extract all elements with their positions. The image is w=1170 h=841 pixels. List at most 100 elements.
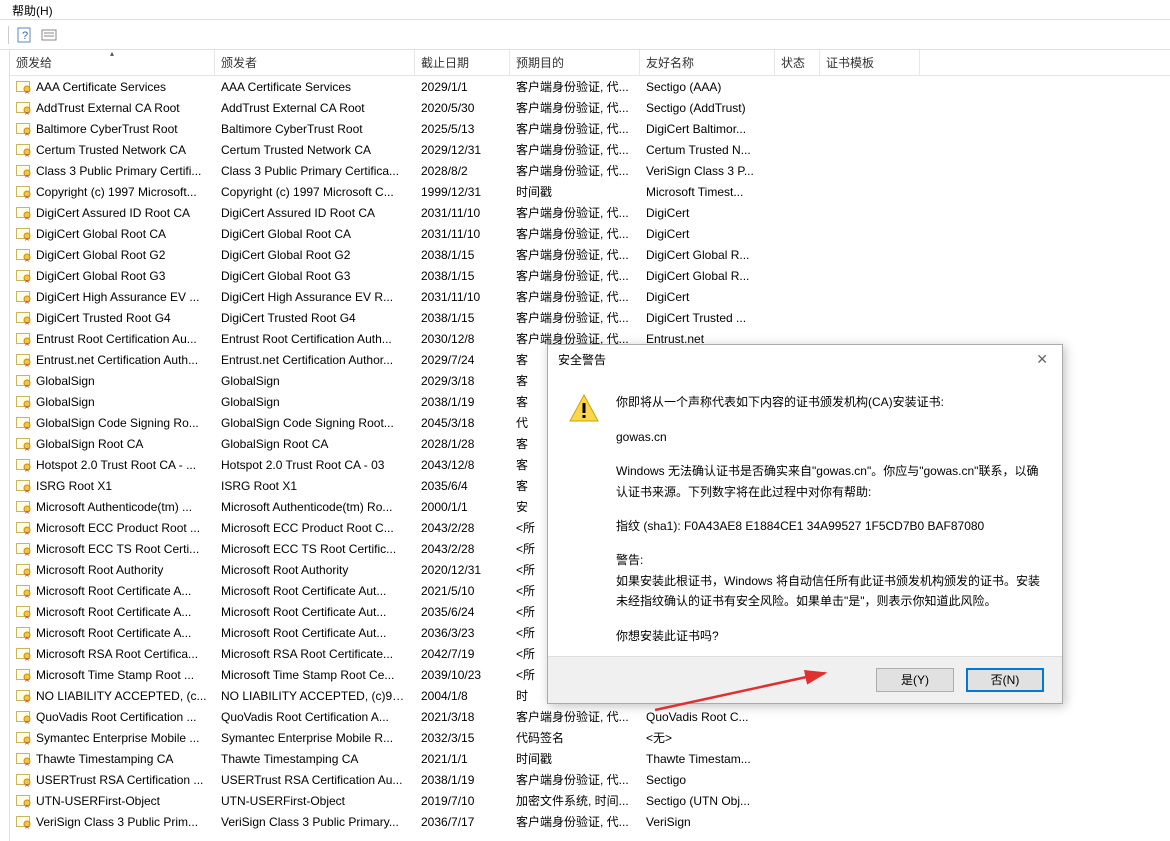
cell-expiry: 2042/7/19: [415, 647, 510, 661]
cell-issued-by: AddTrust External CA Root: [215, 101, 415, 115]
table-row[interactable]: DigiCert Assured ID Root CADigiCert Assu…: [10, 202, 1170, 223]
cell-friendly: DigiCert: [640, 227, 775, 241]
certificate-icon: [16, 185, 32, 199]
cell-expiry: 2035/6/24: [415, 605, 510, 619]
cell-issued-to: VeriSign Class 3 Public Prim...: [36, 815, 198, 829]
cell-purpose: 客户端身份验证, 代...: [510, 309, 640, 326]
cell-issued-to: Certum Trusted Network CA: [36, 143, 186, 157]
certificate-icon: [16, 248, 32, 262]
cell-expiry: 2035/6/4: [415, 479, 510, 493]
col-template[interactable]: 证书模板: [820, 50, 920, 75]
cell-issued-by: Microsoft Time Stamp Root Ce...: [215, 668, 415, 682]
cell-issued-to: Microsoft ECC Product Root ...: [36, 521, 200, 535]
cell-issued-to: Microsoft Root Authority: [36, 563, 163, 577]
cell-issued-to: ISRG Root X1: [36, 479, 112, 493]
table-row[interactable]: QuoVadis Root Certification ...QuoVadis …: [10, 706, 1170, 727]
cell-friendly: Microsoft Timest...: [640, 185, 775, 199]
table-row[interactable]: Copyright (c) 1997 Microsoft...Copyright…: [10, 181, 1170, 202]
table-row[interactable]: Class 3 Public Primary Certifi...Class 3…: [10, 160, 1170, 181]
cell-issued-by: QuoVadis Root Certification A...: [215, 710, 415, 724]
certificate-icon: [16, 416, 32, 430]
cell-issued-by: Microsoft ECC Product Root C...: [215, 521, 415, 535]
cell-issued-by: Copyright (c) 1997 Microsoft C...: [215, 185, 415, 199]
certificate-icon: [16, 500, 32, 514]
cell-expiry: 2019/7/10: [415, 794, 510, 808]
table-row[interactable]: Certum Trusted Network CA Certum Trusted …: [10, 139, 1170, 160]
cell-issued-by: Entrust Root Certification Auth...: [215, 332, 415, 346]
no-button[interactable]: 否(N): [966, 668, 1044, 692]
cell-issued-by: Entrust.net Certification Author...: [215, 353, 415, 367]
cell-issued-by: Thawte Timestamping CA: [215, 752, 415, 766]
cell-issued-by: ISRG Root X1: [215, 479, 415, 493]
cell-expiry: 2025/5/13: [415, 122, 510, 136]
table-row[interactable]: UTN-USERFirst-ObjectUTN-USERFirst-Object…: [10, 790, 1170, 811]
cell-issued-by: GlobalSign: [215, 395, 415, 409]
cell-expiry: 2021/3/18: [415, 710, 510, 724]
dialog-title-text: 安全警告: [558, 351, 606, 368]
cell-issued-by: NO LIABILITY ACCEPTED, (c)97...: [215, 689, 415, 703]
table-row[interactable]: Thawte Timestamping CAThawte Timestampin…: [10, 748, 1170, 769]
close-icon[interactable]: ✕: [1032, 351, 1052, 368]
table-row[interactable]: DigiCert Global Root G2DigiCert Global R…: [10, 244, 1170, 265]
cell-friendly: Sectigo (AddTrust): [640, 101, 775, 115]
cell-purpose: 代码签名: [510, 729, 640, 746]
table-row[interactable]: DigiCert Trusted Root G4DigiCert Trusted…: [10, 307, 1170, 328]
certificate-icon: [16, 374, 32, 388]
cell-expiry: 1999/12/31: [415, 185, 510, 199]
table-row[interactable]: AAA Certificate ServicesAAA Certificate …: [10, 76, 1170, 97]
toolbar: ?: [0, 20, 1170, 50]
certificate-icon: [16, 479, 32, 493]
cell-friendly: Certum Trusted N...: [640, 143, 775, 157]
cell-purpose: 客户端身份验证, 代...: [510, 204, 640, 221]
table-row[interactable]: DigiCert High Assurance EV ...DigiCert H…: [10, 286, 1170, 307]
cell-purpose: 时间戳: [510, 183, 640, 200]
dialog-subject: gowas.cn: [616, 427, 1042, 447]
properties-icon[interactable]: [41, 27, 57, 43]
cell-issued-to: Hotspot 2.0 Trust Root CA - ...: [36, 458, 196, 472]
menu-help[interactable]: 帮助(H): [8, 2, 57, 19]
cell-issued-to: Microsoft RSA Root Certifica...: [36, 647, 198, 661]
cell-expiry: 2043/2/28: [415, 542, 510, 556]
table-row[interactable]: Baltimore CyberTrust RootBaltimore Cyber…: [10, 118, 1170, 139]
cell-purpose: 客户端身份验证, 代...: [510, 162, 640, 179]
cell-expiry: 2043/12/8: [415, 458, 510, 472]
cell-issued-to: Entrust.net Certification Auth...: [36, 353, 198, 367]
col-friendly[interactable]: 友好名称: [640, 50, 775, 75]
cell-expiry: 2038/1/15: [415, 269, 510, 283]
dialog-line2: Windows 无法确认证书是否确实来自"gowas.cn"。你应与"gowas…: [616, 461, 1042, 502]
cell-issued-to: Microsoft Root Certificate A...: [36, 605, 191, 619]
cell-purpose: 客户端身份验证, 代...: [510, 99, 640, 116]
certificate-icon: [16, 752, 32, 766]
cell-issued-to: DigiCert Global Root G2: [36, 248, 165, 262]
help-icon[interactable]: ?: [17, 27, 33, 43]
col-issued-to[interactable]: 颁发给▴: [10, 50, 215, 75]
col-purpose[interactable]: 预期目的: [510, 50, 640, 75]
certificate-icon: [16, 227, 32, 241]
table-row[interactable]: VeriSign Class 3 Public Prim...VeriSign …: [10, 811, 1170, 832]
cell-friendly: DigiCert: [640, 290, 775, 304]
certificate-icon: [16, 437, 32, 451]
table-row[interactable]: Symantec Enterprise Mobile ...Symantec E…: [10, 727, 1170, 748]
cell-issued-by: Microsoft Root Certificate Aut...: [215, 626, 415, 640]
table-row[interactable]: AddTrust External CA RootAddTrust Extern…: [10, 97, 1170, 118]
cell-issued-by: DigiCert Assured ID Root CA: [215, 206, 415, 220]
col-status[interactable]: 状态: [775, 50, 820, 75]
certificate-icon: [16, 101, 32, 115]
cell-expiry: 2032/3/15: [415, 731, 510, 745]
cell-issued-by: GlobalSign: [215, 374, 415, 388]
table-row[interactable]: USERTrust RSA Certification ...USERTrust…: [10, 769, 1170, 790]
table-row[interactable]: DigiCert Global Root CADigiCert Global R…: [10, 223, 1170, 244]
dialog-button-row: 是(Y) 否(N): [548, 656, 1062, 703]
cell-purpose: 加密文件系统, 时间...: [510, 792, 640, 809]
cell-issued-by: GlobalSign Root CA: [215, 437, 415, 451]
col-expiry[interactable]: 截止日期: [415, 50, 510, 75]
yes-button[interactable]: 是(Y): [876, 668, 954, 692]
cell-issued-to: Microsoft ECC TS Root Certi...: [36, 542, 199, 556]
cell-issued-by: Microsoft Root Certificate Aut...: [215, 605, 415, 619]
cell-issued-by: Microsoft RSA Root Certificate...: [215, 647, 415, 661]
table-row[interactable]: DigiCert Global Root G3DigiCert Global R…: [10, 265, 1170, 286]
cell-friendly: Sectigo (AAA): [640, 80, 775, 94]
menubar: 帮助(H): [0, 0, 1170, 20]
cell-expiry: 2021/5/10: [415, 584, 510, 598]
col-issued-by[interactable]: 颁发者: [215, 50, 415, 75]
